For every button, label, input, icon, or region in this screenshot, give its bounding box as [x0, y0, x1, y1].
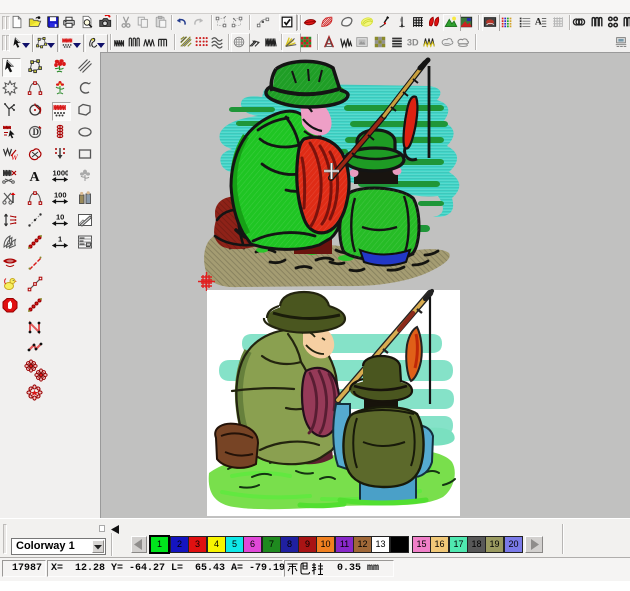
svg-text:100: 100 [54, 191, 67, 200]
svg-text:A: A [535, 17, 542, 28]
svg-text:D: D [33, 127, 40, 137]
svg-text:A: A [30, 170, 41, 184]
svg-text:3D: 3D [407, 38, 419, 48]
svg-text:1000: 1000 [53, 169, 69, 178]
svg-text:W: W [11, 153, 18, 162]
svg-text:10: 10 [56, 213, 64, 222]
svg-text:1: 1 [58, 235, 62, 244]
